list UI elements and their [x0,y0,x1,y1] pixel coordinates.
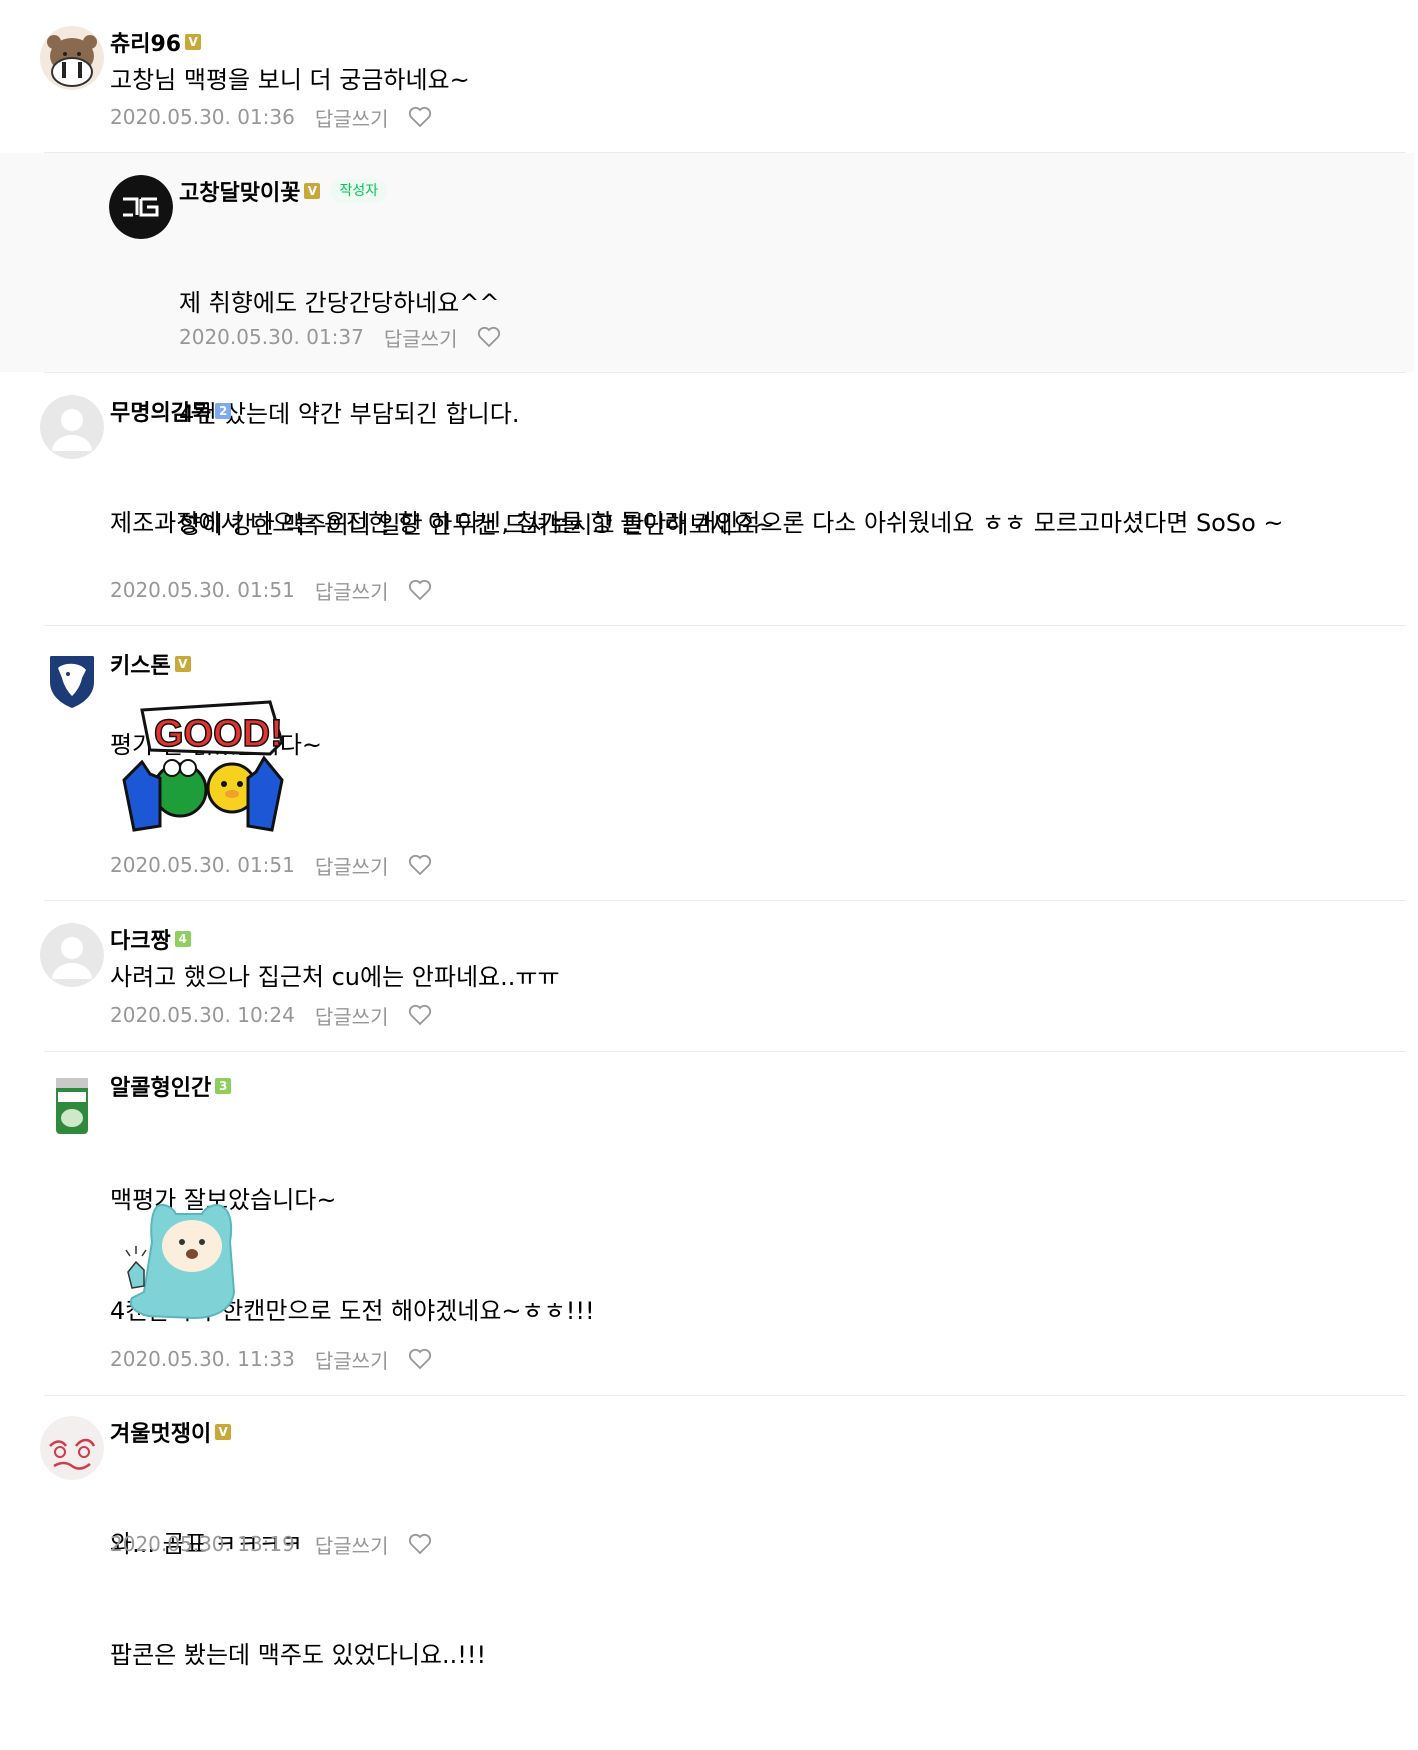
comment-text: 와... 곰표 ㅋㅋㅋㅋ 팝콘은 봤는데 맥주도 있었다니요..!!! [110,1530,487,1669]
sticker-label: GOOD! [154,713,283,755]
comment-date: 2020.05.30. 01:37 [179,325,364,349]
member-level-badge: 2 [215,403,232,419]
comment-text: 고창님 맥평을 보니 더 궁금하네요~ [110,66,470,94]
member-level-badge: V [174,656,191,672]
comment-header: 알콜형인간 3 [110,1070,232,1102]
nickname[interactable]: 무명의감독 [110,395,211,427]
comment-date: 2020.05.30. 10:24 [110,1003,295,1027]
comment-item: 키스톤 V GOOD! 2020.05.30. 01:51 답글쓰기 [40,626,1414,900]
member-level-badge: V [215,1424,232,1440]
comment-date: 2020.05.30. 11:33 [110,1347,295,1371]
comment-header: 겨울멋쟁이 V [110,1416,232,1448]
author-tag: 작성자 [330,179,388,203]
nickname[interactable]: 키스톤 [110,648,171,680]
heart-icon[interactable] [408,1533,432,1555]
member-level-badge: V [304,183,321,199]
comment-header: 츄리96 V [110,26,202,58]
member-level-badge: 4 [174,931,191,947]
comment-header: 키스톤 V [110,648,191,680]
reply-button[interactable]: 답글쓰기 [384,323,458,352]
reply-button[interactable]: 답글쓰기 [315,576,389,605]
nickname[interactable]: 겨울멋쟁이 [110,1416,211,1448]
comment-item: 겨울멋쟁이 V 와... 곰표 ㅋㅋㅋㅋ 팝콘은 봤는데 맥주도 있었다니요..… [40,1396,1414,1750]
good-thumbs-up-sticker: GOOD! [120,698,286,840]
reply-button[interactable]: 답글쓰기 [315,1530,389,1559]
comment-meta: 2020.05.30. 13:19 답글쓰기 [110,1528,432,1560]
comment-date: 2020.05.30. 01:51 [110,853,295,877]
comment-header: 다크짱 4 [110,923,191,955]
comment-header: 무명의감독 2 [110,395,232,427]
lion-shield-avatar-icon[interactable] [40,648,104,712]
reply-button[interactable]: 답글쓰기 [315,851,389,880]
comment-item: 알콜형인간 3 맥평가 잘보았습니다~ 4캔살려다 한캔만으로 도전 해야겠네요… [40,1052,1414,1395]
heart-icon[interactable] [408,1004,432,1026]
comment-date: 2020.05.30. 13:19 [110,1532,295,1556]
default-profile-icon[interactable] [40,395,104,459]
comment-text: 사려고 했으나 집근처 cu에는 안파네요..ㅠㅠ [110,963,560,991]
comment-item: 츄리96 V 고창님 맥평을 보니 더 궁금하네요~ 2020.05.30. 0… [40,0,1414,152]
heart-icon[interactable] [408,854,432,876]
heart-icon[interactable] [408,1348,432,1370]
reply-button[interactable]: 답글쓰기 [315,103,389,132]
member-level-badge: 3 [215,1078,232,1094]
comment-meta: 2020.05.30. 01:51 답글쓰기 [110,574,432,606]
reply-button[interactable]: 답글쓰기 [315,1345,389,1374]
default-profile-icon[interactable] [40,923,104,987]
comment-meta: 2020.05.30. 01:36 답글쓰기 [110,101,432,133]
comment-item: 무명의감독 2 제조과정에서 나오는 온전한 향 이 아닌, 첨가물 향 들이라… [40,373,1414,759]
comment-meta: 2020.05.30. 01:51 답글쓰기 [110,849,432,881]
reply-button[interactable]: 답글쓰기 [315,1001,389,1030]
beer-can-avatar-icon[interactable] [40,1074,104,1138]
nickname[interactable]: 알콜형인간 [110,1070,211,1102]
heart-icon[interactable] [408,579,432,601]
comment-item: 다크짱 4 사려고 했으나 집근처 cu에는 안파네요..ㅠㅠ 2020.05.… [40,901,1414,1051]
nickname[interactable]: 츄리96 [110,26,181,58]
blue-bear-thumbs-up-sticker [124,1202,254,1322]
heart-icon[interactable] [477,326,501,348]
bear-avatar-icon[interactable] [40,26,104,90]
nickname[interactable]: 다크짱 [110,923,171,955]
member-level-badge: V [185,34,202,50]
comment-meta: 2020.05.30. 10:24 답글쓰기 [110,999,432,1031]
comment-header: 고창달맞이꽃 V 작성자 [179,175,388,207]
heart-icon[interactable] [408,106,432,128]
comment-date: 2020.05.30. 01:36 [110,105,295,129]
comment-meta: 2020.05.30. 01:37 답글쓰기 [179,321,501,353]
doodle-face-avatar-icon[interactable] [40,1416,104,1480]
comment-date: 2020.05.30. 01:51 [110,578,295,602]
nickname[interactable]: 고창달맞이꽃 [179,175,300,207]
gochang-logo-avatar-icon[interactable] [109,175,173,239]
reply-comment-item: 고창달맞이꽃 V 작성자 제 취향에도 간당간당하네요^^ 4캔 샀는데 약간 … [0,153,1414,539]
comment-meta: 2020.05.30. 11:33 답글쓰기 [110,1343,432,1375]
